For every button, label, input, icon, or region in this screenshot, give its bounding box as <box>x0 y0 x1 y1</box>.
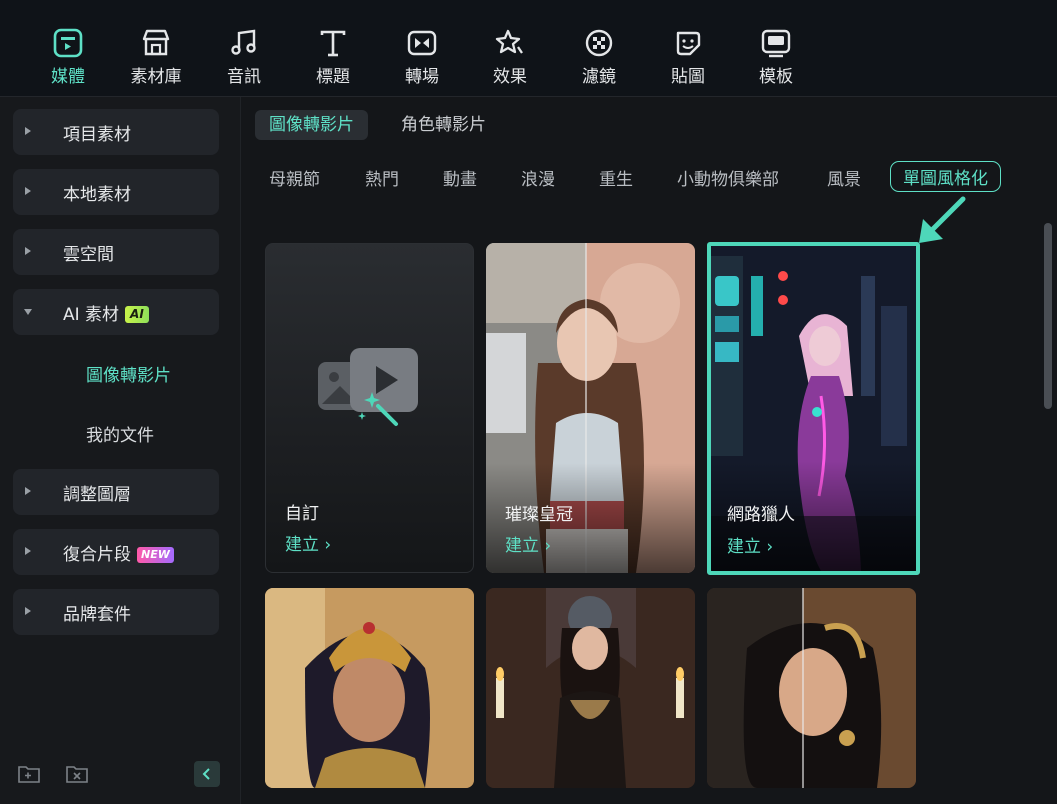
dark-queen-image <box>486 588 695 788</box>
chevron-right-icon <box>25 487 31 495</box>
chevron-right-icon <box>25 547 31 555</box>
tool-audio[interactable]: 音訊 <box>204 26 284 90</box>
sidebar-sub-my-files[interactable]: 我的文件 <box>86 421 154 446</box>
sidebar-item-label: 雲空間 <box>63 244 114 265</box>
tab-image-to-video[interactable]: 圖像轉影片 <box>255 110 368 140</box>
tool-stickers[interactable]: 貼圖 <box>648 26 728 90</box>
category-pets-club[interactable]: 小動物俱樂部 <box>677 165 779 190</box>
sidebar-item-cloud[interactable]: 雲空間 <box>13 229 219 275</box>
card-title: 璀璨皇冠 <box>505 505 573 525</box>
tool-label: 標題 <box>316 67 350 87</box>
music-note-icon <box>227 26 261 60</box>
transition-icon <box>405 26 439 60</box>
tab-character-to-video[interactable]: 角色轉影片 <box>387 110 500 140</box>
tool-titles[interactable]: 標題 <box>293 26 373 90</box>
tool-label: 素材庫 <box>130 67 182 87</box>
category-single-image-stylize[interactable]: 單圖風格化 <box>890 161 1001 192</box>
sidebar-item-label: 品牌套件 <box>63 604 131 625</box>
category-romance[interactable]: 浪漫 <box>521 165 555 190</box>
tool-label: 媒體 <box>51 67 85 87</box>
chevron-right-icon <box>25 187 31 195</box>
sticker-icon <box>671 26 705 60</box>
sidebar-item-project-media[interactable]: 項目素材 <box>13 109 219 155</box>
category-popular[interactable]: 熱門 <box>365 165 399 190</box>
sidebar-item-label-wrap: AI 素材 AI <box>63 300 149 325</box>
sidebar-item-compound-clip[interactable]: 復合片段 NEW <box>13 529 219 575</box>
sidebar-item-ai-media[interactable]: AI 素材 AI <box>13 289 219 335</box>
tool-stock[interactable]: 素材庫 <box>116 26 196 90</box>
golden-princess-image <box>265 588 474 788</box>
image-to-video-icon <box>318 348 418 426</box>
remove-folder-icon[interactable] <box>64 761 90 787</box>
tool-templates[interactable]: 模板 <box>736 26 816 90</box>
card-title: 自訂 <box>285 504 319 524</box>
new-badge: NEW <box>137 546 174 563</box>
chevron-right-icon <box>25 247 31 255</box>
text-t-icon <box>316 26 350 60</box>
annotation-arrow-icon <box>919 196 966 243</box>
chevron-right-icon <box>25 607 31 615</box>
category-scenery[interactable]: 風景 <box>827 165 861 190</box>
sidebar: 項目素材 本地素材 雲空間 AI 素材 AI 圖像轉影片 我的文件 調整圖層 復合… <box>0 97 241 804</box>
tool-effects[interactable]: 效果 <box>470 26 550 90</box>
sidebar-item-brand-kit[interactable]: 品牌套件 <box>13 589 219 635</box>
create-button[interactable]: 建立 › <box>727 532 773 557</box>
template-card-custom[interactable]: 自訂 建立 › <box>265 243 474 573</box>
category-rebirth[interactable]: 重生 <box>599 165 633 190</box>
create-button[interactable]: 建立 › <box>505 531 551 556</box>
sidebar-item-label: 復合片段 <box>63 544 131 565</box>
template-card-row2-2[interactable] <box>486 588 695 788</box>
tool-label: 貼圖 <box>671 67 705 87</box>
create-button[interactable]: 建立 › <box>285 530 331 555</box>
store-icon <box>139 26 173 60</box>
tool-label: 濾鏡 <box>582 67 616 87</box>
tool-media[interactable]: 媒體 <box>28 26 108 90</box>
template-card-row2-3[interactable] <box>707 588 916 788</box>
template-card-row2-1[interactable] <box>265 588 474 788</box>
sidebar-item-local-media[interactable]: 本地素材 <box>13 169 219 215</box>
indian-bride-image <box>707 588 916 788</box>
template-icon <box>759 26 793 60</box>
tool-label: 模板 <box>759 67 793 87</box>
ai-badge: AI <box>125 305 149 323</box>
chevron-down-icon <box>24 309 32 315</box>
main-panel: 圖像轉影片 角色轉影片 母親節 熱門 動畫 浪漫 重生 小動物俱樂部 風景 單圖… <box>241 97 1057 804</box>
scrollbar-thumb[interactable] <box>1044 223 1052 409</box>
category-mothers-day[interactable]: 母親節 <box>269 165 320 190</box>
tool-label: 轉場 <box>405 67 439 87</box>
sidebar-item-label: 本地素材 <box>63 184 131 205</box>
new-folder-icon[interactable] <box>16 761 42 787</box>
tool-label: 音訊 <box>227 67 261 87</box>
chevron-left-icon <box>202 768 210 780</box>
sidebar-sub-image-to-video[interactable]: 圖像轉影片 <box>86 361 171 386</box>
effects-star-icon <box>493 26 527 60</box>
tool-filters[interactable]: 濾鏡 <box>559 26 639 90</box>
category-animation[interactable]: 動畫 <box>443 165 477 190</box>
template-card-crown[interactable]: 璀璨皇冠 建立 › <box>486 243 695 573</box>
scrollbar[interactable] <box>1044 223 1052 803</box>
sidebar-item-label-wrap: 復合片段 NEW <box>63 540 174 565</box>
tool-transitions[interactable]: 轉場 <box>382 26 462 90</box>
sidebar-item-adjustment-layer[interactable]: 調整圖層 <box>13 469 219 515</box>
top-toolbar: 媒體 素材庫 音訊 標題 轉場 效果 濾鏡 貼圖 模板 <box>0 0 1057 97</box>
template-card-cyber-hunter[interactable]: 網路獵人 建立 › <box>711 246 916 571</box>
sidebar-item-label: 項目素材 <box>63 124 131 145</box>
tool-label: 效果 <box>493 67 527 87</box>
sidebar-item-label: 調整圖層 <box>63 484 131 505</box>
chevron-right-icon <box>25 127 31 135</box>
card-title: 網路獵人 <box>727 505 795 525</box>
filter-icon <box>582 26 616 60</box>
media-icon <box>51 26 85 60</box>
sidebar-item-label: AI 素材 <box>63 304 120 325</box>
collapse-sidebar-button[interactable] <box>194 761 220 787</box>
